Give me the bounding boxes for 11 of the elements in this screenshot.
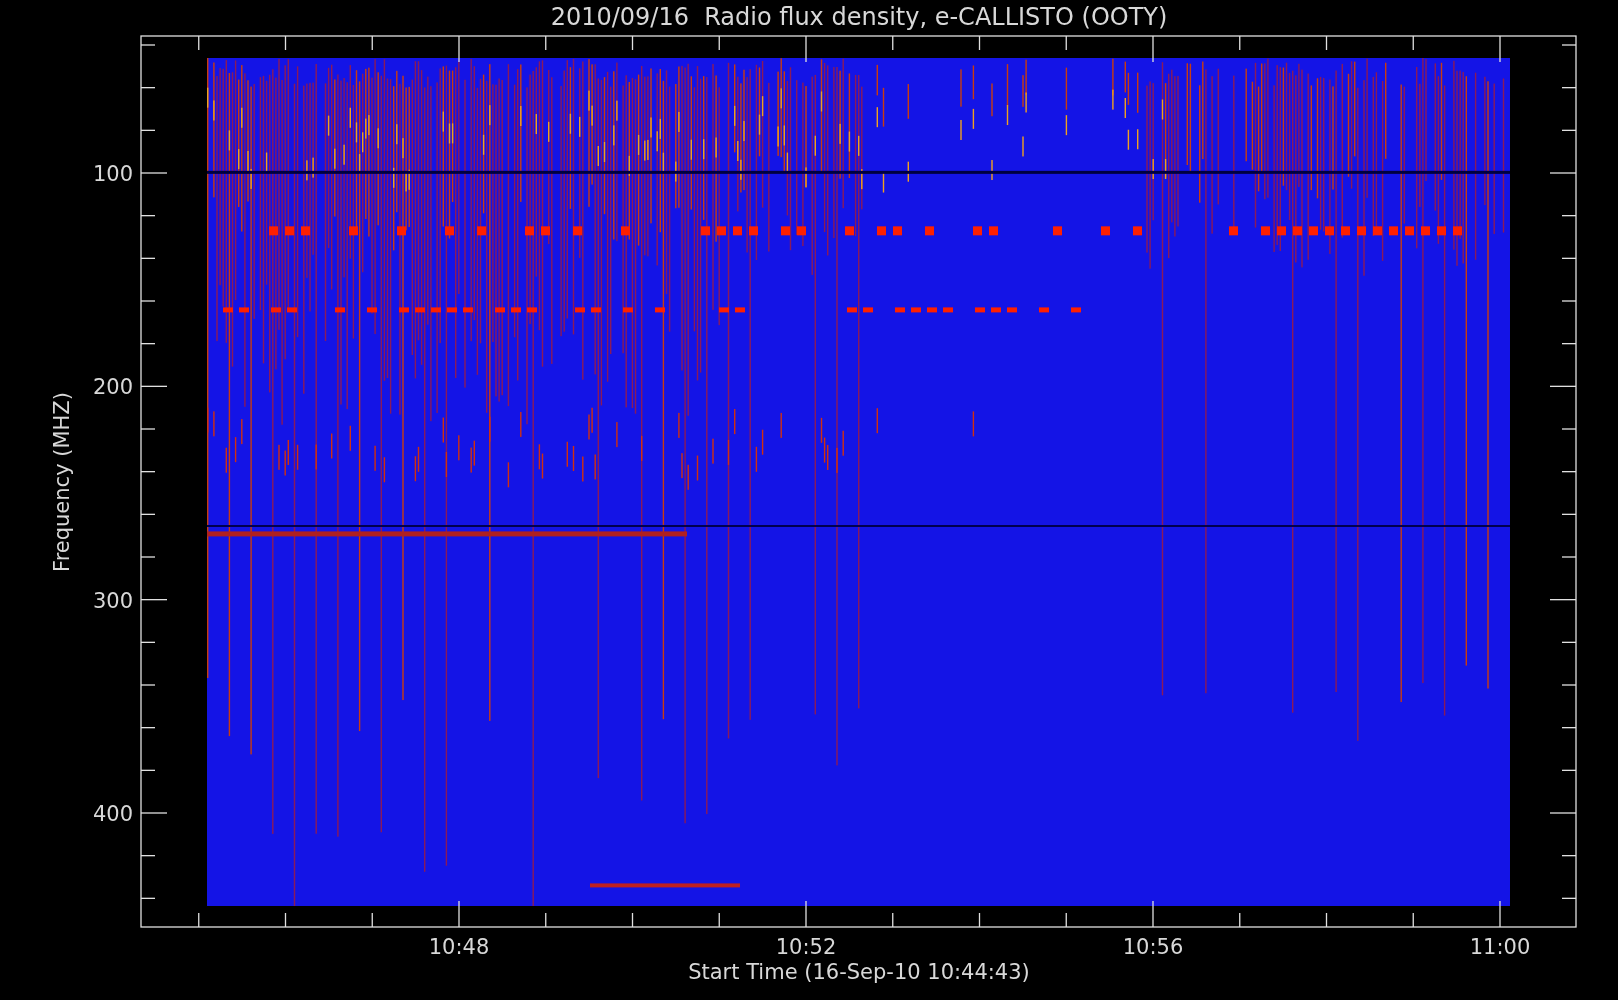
axis-tick-label: 11:00 bbox=[1469, 935, 1531, 959]
axis-title: Start Time (16-Sep-10 10:44:43) bbox=[688, 960, 1030, 984]
axis-tick-label: 10:52 bbox=[775, 935, 837, 959]
axis-tick-label: 10:56 bbox=[1122, 935, 1184, 959]
axis-tick-label: 10:48 bbox=[428, 935, 490, 959]
axis-tick-label: 400 bbox=[92, 802, 133, 826]
plot-title: 2010/09/16 Radio flux density, e-CALLISTO (OOTY) bbox=[550, 3, 1168, 31]
axis-title: Frequency (MHZ) bbox=[50, 392, 74, 572]
axis-tick-label: 300 bbox=[92, 588, 133, 613]
axis-tick-label: 100 bbox=[92, 162, 133, 186]
axis-tick-label: 200 bbox=[92, 375, 133, 400]
